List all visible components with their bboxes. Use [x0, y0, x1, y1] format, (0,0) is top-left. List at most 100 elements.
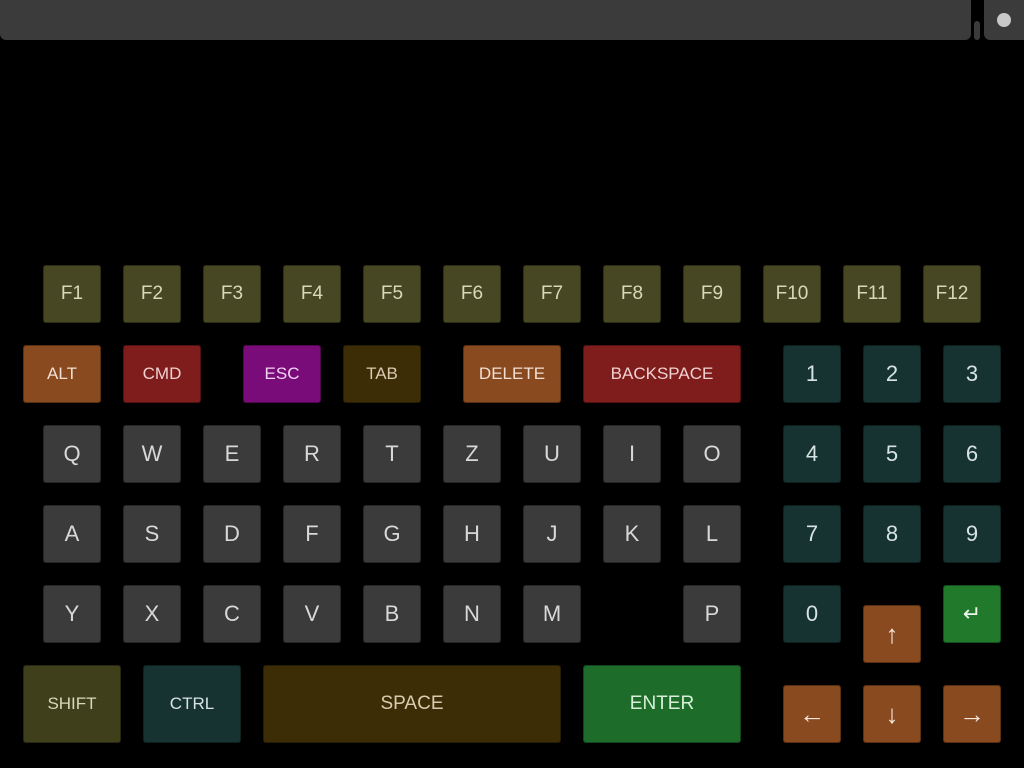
key-label: DELETE: [478, 364, 546, 383]
key-label: TAB: [366, 364, 398, 383]
key-f10[interactable]: F10: [763, 265, 821, 323]
key-label: F5: [380, 283, 404, 304]
numpad-1[interactable]: 1: [783, 345, 841, 403]
key-m[interactable]: M: [523, 585, 581, 643]
key-x[interactable]: X: [123, 585, 181, 643]
text-input-bar[interactable]: [0, 0, 971, 40]
return-icon: ↵: [962, 601, 982, 626]
key-label: F6: [460, 283, 484, 304]
key-l[interactable]: L: [683, 505, 741, 563]
numpad-0[interactable]: 0: [783, 585, 841, 643]
key-label: BACKSPACE: [610, 364, 714, 383]
key-t[interactable]: T: [363, 425, 421, 483]
key-label: 6: [965, 441, 979, 466]
key-e[interactable]: E: [203, 425, 261, 483]
key-c[interactable]: C: [203, 585, 261, 643]
key-label: A: [64, 521, 80, 546]
key-v[interactable]: V: [283, 585, 341, 643]
key-label: Z: [465, 441, 479, 466]
key-label: ALT: [47, 364, 77, 383]
key-f6[interactable]: F6: [443, 265, 501, 323]
divider-handle[interactable]: [974, 21, 980, 40]
key-a[interactable]: A: [43, 505, 101, 563]
numpad-4[interactable]: 4: [783, 425, 841, 483]
key-p[interactable]: P: [683, 585, 741, 643]
key-label: F10: [775, 283, 809, 304]
key-label: SHIFT: [47, 694, 97, 713]
key-f[interactable]: F: [283, 505, 341, 563]
numpad-8[interactable]: 8: [863, 505, 921, 563]
arrow-right-key[interactable]: →: [943, 685, 1001, 743]
key-tab[interactable]: TAB: [343, 345, 421, 403]
key-q[interactable]: Q: [43, 425, 101, 483]
key-f9[interactable]: F9: [683, 265, 741, 323]
key-f8[interactable]: F8: [603, 265, 661, 323]
numpad-9[interactable]: 9: [943, 505, 1001, 563]
key-y[interactable]: Y: [43, 585, 101, 643]
record-button[interactable]: [984, 0, 1024, 40]
arrow-left-key[interactable]: ←: [783, 685, 841, 743]
key-label: F7: [540, 283, 564, 304]
key-label: CMD: [142, 364, 182, 383]
arrow-up-icon: ↑: [885, 618, 899, 649]
key-u[interactable]: U: [523, 425, 581, 483]
key-label: G: [383, 521, 401, 546]
key-label: F4: [300, 283, 324, 304]
key-o[interactable]: O: [683, 425, 741, 483]
key-f1[interactable]: F1: [43, 265, 101, 323]
key-label: 4: [805, 441, 819, 466]
key-f12[interactable]: F12: [923, 265, 981, 323]
key-g[interactable]: G: [363, 505, 421, 563]
key-label: F3: [220, 283, 244, 304]
numpad-6[interactable]: 6: [943, 425, 1001, 483]
key-s[interactable]: S: [123, 505, 181, 563]
key-r[interactable]: R: [283, 425, 341, 483]
numpad-2[interactable]: 2: [863, 345, 921, 403]
key-f3[interactable]: F3: [203, 265, 261, 323]
key-n[interactable]: N: [443, 585, 501, 643]
key-w[interactable]: W: [123, 425, 181, 483]
key-label: F9: [700, 283, 724, 304]
key-ctrl[interactable]: CTRL: [143, 665, 241, 743]
key-h[interactable]: H: [443, 505, 501, 563]
key-b[interactable]: B: [363, 585, 421, 643]
key-label: S: [144, 521, 160, 546]
arrow-right-icon: →: [959, 698, 985, 729]
key-label: M: [542, 601, 562, 626]
key-alt[interactable]: ALT: [23, 345, 101, 403]
key-label: 9: [965, 521, 979, 546]
numpad-7[interactable]: 7: [783, 505, 841, 563]
arrow-down-key[interactable]: ↓: [863, 685, 921, 743]
record-dot-icon: [997, 13, 1011, 27]
key-f2[interactable]: F2: [123, 265, 181, 323]
numpad-5[interactable]: 5: [863, 425, 921, 483]
key-cmd[interactable]: CMD: [123, 345, 201, 403]
numpad-return[interactable]: ↵: [943, 585, 1001, 643]
key-f5[interactable]: F5: [363, 265, 421, 323]
key-label: B: [384, 601, 400, 626]
key-delete[interactable]: DELETE: [463, 345, 561, 403]
key-label: Y: [64, 601, 80, 626]
key-space[interactable]: SPACE: [263, 665, 561, 743]
key-i[interactable]: I: [603, 425, 661, 483]
key-f7[interactable]: F7: [523, 265, 581, 323]
keyboard-app: F1 F2 F3 F4 F5 F6 F7 F8 F9 F10 F11 F12 A…: [0, 0, 1024, 768]
key-z[interactable]: Z: [443, 425, 501, 483]
numpad-3[interactable]: 3: [943, 345, 1001, 403]
key-label: R: [304, 441, 320, 466]
key-backspace[interactable]: BACKSPACE: [583, 345, 741, 403]
key-f11[interactable]: F11: [843, 265, 901, 323]
key-label: ESC: [264, 364, 300, 383]
key-k[interactable]: K: [603, 505, 661, 563]
key-j[interactable]: J: [523, 505, 581, 563]
key-label: 3: [965, 361, 979, 386]
key-label: K: [624, 521, 640, 546]
key-esc[interactable]: ESC: [243, 345, 321, 403]
arrow-up-key[interactable]: ↑: [863, 605, 921, 663]
key-label: V: [304, 601, 320, 626]
key-shift[interactable]: SHIFT: [23, 665, 121, 743]
key-label: 2: [885, 361, 899, 386]
key-enter[interactable]: ENTER: [583, 665, 741, 743]
key-f4[interactable]: F4: [283, 265, 341, 323]
key-d[interactable]: D: [203, 505, 261, 563]
